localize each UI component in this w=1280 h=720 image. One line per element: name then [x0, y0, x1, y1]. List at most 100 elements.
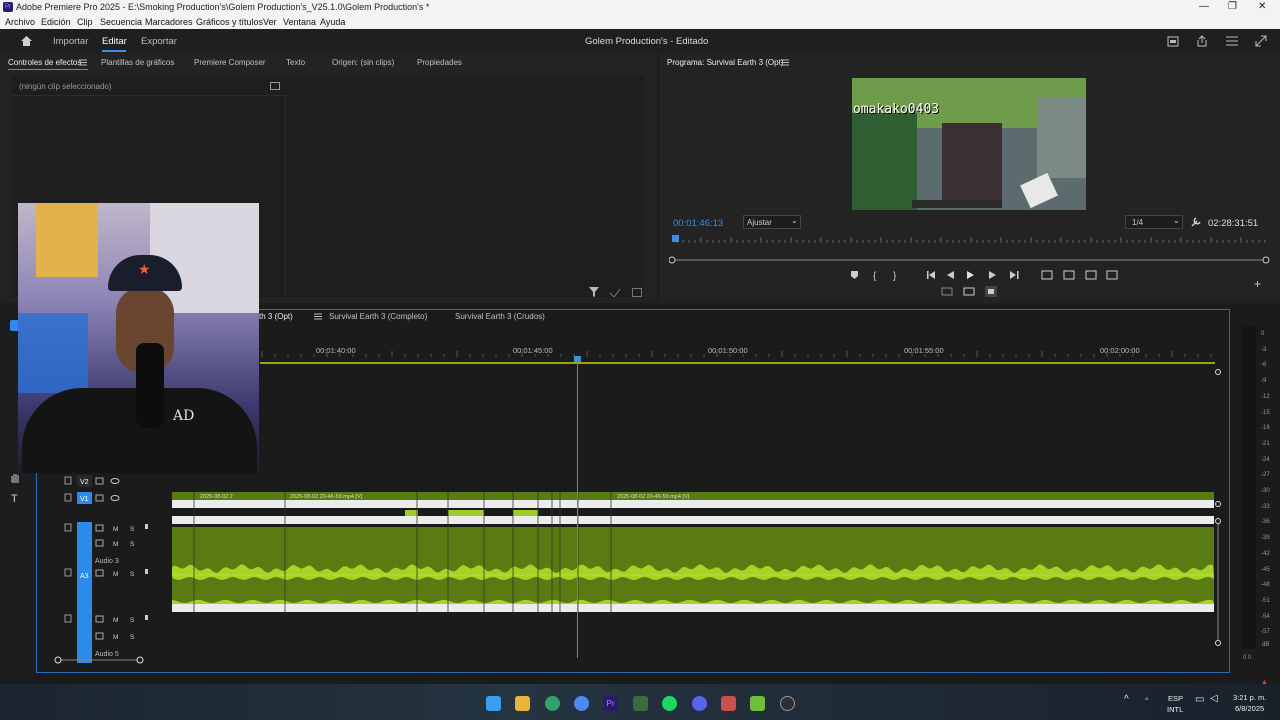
app-icon[interactable]: [633, 696, 648, 711]
a3-clip-footer[interactable]: [172, 603, 1214, 612]
render-icon[interactable]: [610, 288, 620, 297]
minecraft-icon[interactable]: [750, 696, 765, 711]
h-scroll-start[interactable]: [54, 656, 62, 664]
clip-highlight[interactable]: [513, 510, 538, 516]
tab-controles-efectos[interactable]: Controles de efectos: [8, 58, 81, 67]
lift-icon[interactable]: [1085, 270, 1097, 280]
program-menu-icon[interactable]: [781, 59, 789, 66]
program-preview[interactable]: omakako0403: [852, 78, 1086, 210]
expand-icon[interactable]: [270, 82, 280, 90]
app-red-icon[interactable]: [721, 696, 736, 711]
program-playhead-marker[interactable]: [672, 235, 679, 242]
sequence-menu-icon[interactable]: [314, 313, 322, 320]
menu-ayuda[interactable]: Ayuda: [320, 17, 345, 27]
menu-graficos[interactable]: Gráficos y títulos: [196, 17, 263, 27]
share-icon[interactable]: [1196, 35, 1208, 47]
quick-export-icon[interactable]: [1167, 36, 1179, 47]
marker-icon[interactable]: [851, 271, 858, 279]
overwrite-icon[interactable]: [1063, 270, 1075, 280]
volume-icon[interactable]: ◁: [1210, 693, 1218, 704]
wrench-icon[interactable]: [1191, 217, 1201, 227]
close-icon[interactable]: ✕: [1258, 1, 1266, 12]
track-subrow-controls[interactable]: MS: [95, 539, 135, 548]
go-to-in-icon[interactable]: [927, 271, 935, 279]
resolution-dropdown[interactable]: 1/4 ⌄: [1125, 215, 1183, 229]
clock-time[interactable]: 3:21 p. m.: [1233, 693, 1266, 702]
tab-sequence-completo[interactable]: Survival Earth 3 (Completo): [329, 312, 427, 321]
tab-premiere-composer[interactable]: Premiere Composer: [194, 58, 266, 67]
scrub-start-handle[interactable]: [669, 256, 676, 264]
minimize-icon[interactable]: —: [1199, 1, 1209, 12]
menu-marcadores[interactable]: Marcadores: [145, 17, 193, 27]
tab-exportar[interactable]: Exportar: [141, 36, 177, 47]
a3-audio-clip[interactable]: [172, 527, 1214, 603]
filter-icon[interactable]: [589, 287, 599, 297]
home-icon[interactable]: [20, 35, 33, 47]
comparison-view-icon[interactable]: [963, 287, 975, 296]
tab-importar[interactable]: Importar: [53, 36, 88, 47]
track-header-v2[interactable]: V2: [64, 475, 120, 487]
go-to-out-icon[interactable]: [1010, 271, 1019, 279]
svg-text:}: }: [893, 271, 897, 282]
scroll-handle[interactable]: [1215, 640, 1221, 646]
scroll-handle[interactable]: [1215, 369, 1221, 375]
fullscreen-icon[interactable]: [1255, 35, 1267, 47]
menu-ventana[interactable]: Ventana: [283, 17, 316, 27]
add-button-icon[interactable]: +: [1254, 277, 1261, 291]
v1-clip[interactable]: [172, 500, 1214, 508]
file-explorer-icon[interactable]: [515, 696, 530, 711]
safe-margins-icon[interactable]: [941, 287, 953, 296]
mic-icon[interactable]: ◦: [1145, 694, 1149, 705]
discord-icon[interactable]: [692, 696, 707, 711]
insert-icon[interactable]: [1041, 270, 1053, 280]
menu-archivo[interactable]: Archivo: [5, 17, 35, 27]
ruler-label: 00:01:55:00: [904, 346, 944, 355]
program-current-time[interactable]: 00:01:46:13: [673, 218, 723, 229]
panel-menu-icon[interactable]: [79, 59, 87, 66]
track-header-v1[interactable]: V1: [64, 492, 120, 504]
menu-ver[interactable]: Ver: [263, 17, 277, 27]
tab-sequence-opt[interactable]: th 3 (Opt): [259, 312, 293, 321]
steam-icon[interactable]: [780, 696, 795, 711]
h-scroll-end[interactable]: [136, 656, 144, 664]
menu-edicion[interactable]: Edición: [41, 17, 71, 27]
premiere-taskbar-icon[interactable]: Pr: [603, 696, 618, 711]
program-time-ruler[interactable]: [669, 233, 1273, 273]
network-icon[interactable]: ▭: [1195, 694, 1204, 705]
maximize-icon[interactable]: ❐: [1228, 1, 1237, 12]
mark-in-icon[interactable]: {: [873, 271, 877, 282]
tab-propiedades[interactable]: Propiedades: [417, 58, 462, 67]
clock-date[interactable]: 6/8/2025: [1235, 704, 1264, 713]
tab-editar[interactable]: Editar: [102, 36, 127, 47]
mark-out-icon[interactable]: }: [893, 271, 897, 282]
tab-origen[interactable]: Origen: (sin clips): [332, 58, 394, 67]
track-subrow-controls[interactable]: MS: [95, 632, 135, 641]
lang-indicator[interactable]: ESP: [1168, 694, 1183, 703]
clip-highlight[interactable]: [448, 510, 484, 516]
xbox-icon[interactable]: [545, 696, 560, 711]
export-frame-icon[interactable]: [632, 288, 642, 297]
chrome-icon[interactable]: [574, 696, 589, 711]
scroll-handle[interactable]: [1215, 518, 1221, 524]
tray-chevron-icon[interactable]: ^: [1124, 694, 1129, 705]
camera-icon[interactable]: [1106, 270, 1118, 280]
menu-clip[interactable]: Clip: [77, 17, 93, 27]
layout-indicator[interactable]: INTL: [1167, 705, 1183, 714]
tab-texto[interactable]: Texto: [286, 58, 305, 67]
scroll-handle[interactable]: [1215, 501, 1221, 507]
meter-scale-label: 0: [1261, 331, 1265, 337]
timeline-playhead-marker[interactable]: [574, 356, 581, 362]
workspaces-menu-icon[interactable]: [1226, 36, 1238, 46]
spotify-icon[interactable]: [662, 696, 677, 711]
clip-highlight[interactable]: [405, 510, 418, 516]
menu-secuencia[interactable]: Secuencia: [100, 17, 142, 27]
play-icon[interactable]: [967, 271, 974, 279]
fit-dropdown[interactable]: Ajustar ⌄: [743, 215, 801, 229]
scrub-end-handle[interactable]: [1262, 256, 1270, 264]
step-forward-icon[interactable]: [989, 271, 996, 279]
a2-clip-header[interactable]: [172, 516, 1214, 524]
tab-plantillas[interactable]: Plantillas de gráficos: [101, 58, 174, 67]
start-icon[interactable]: [486, 696, 501, 711]
step-back-icon[interactable]: [947, 271, 954, 279]
tab-sequence-crudos[interactable]: Survival Earth 3 (Crudos): [455, 312, 545, 321]
